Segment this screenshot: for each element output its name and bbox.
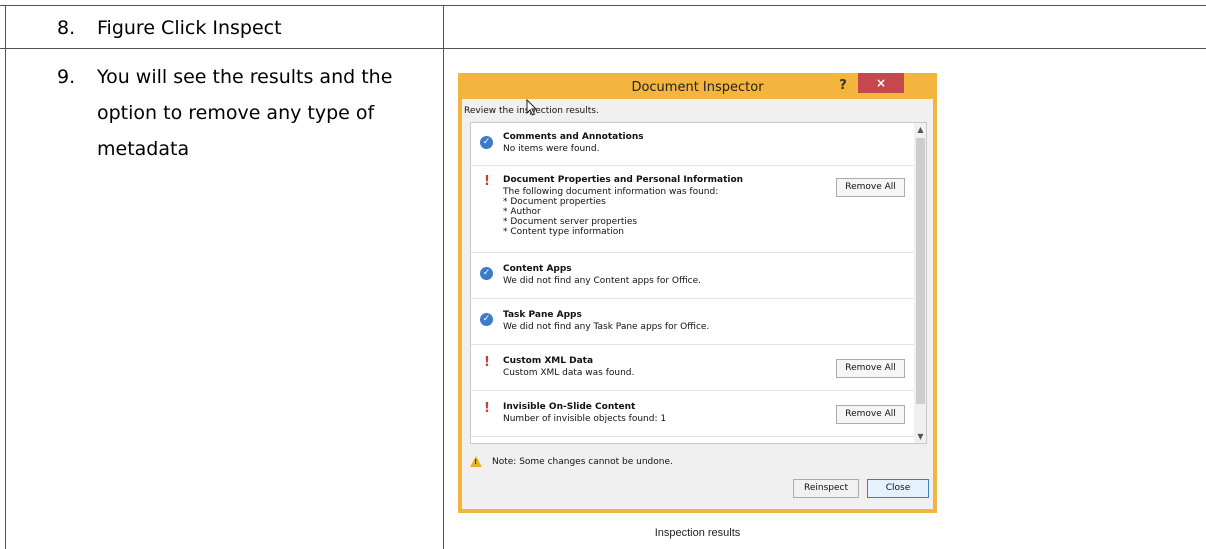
remove-all-button[interactable]: Remove All — [836, 405, 905, 424]
check-circle-icon: ✓ — [480, 313, 493, 326]
step-number: 9. — [57, 66, 76, 88]
warning-exclamation-icon: ! — [484, 174, 490, 189]
result-item-comments: ✓ Comments and Annotations No items were… — [471, 123, 914, 166]
warning-triangle-mark: ! — [474, 458, 478, 466]
result-description: Number of invisible objects found: 1 — [503, 414, 667, 424]
check-circle-icon: ✓ — [480, 136, 493, 149]
result-item-document-properties: ! Document Properties and Personal Infor… — [471, 166, 914, 253]
remove-all-button[interactable]: Remove All — [836, 178, 905, 197]
warning-exclamation-icon: ! — [484, 401, 490, 416]
help-button[interactable]: ? — [830, 75, 856, 97]
inspection-results-list: ✓ Comments and Annotations No items were… — [470, 122, 927, 444]
dialog-body: Review the inspection results. ✓ Comment… — [462, 99, 933, 509]
undo-note: Note: Some changes cannot be undone. — [492, 457, 673, 467]
check-circle-icon: ✓ — [480, 267, 493, 280]
result-description: No items were found. — [503, 144, 600, 154]
result-item-invisible-content: ! Invisible On-Slide Content Number of i… — [471, 391, 914, 437]
table-border-middle — [0, 48, 1206, 49]
reinspect-button[interactable]: Reinspect — [793, 479, 859, 498]
result-title: Content Apps — [503, 264, 572, 274]
mouse-pointer-icon — [526, 99, 538, 116]
step-text: You will see the results and the option … — [97, 66, 393, 160]
chevron-down-icon[interactable]: ▼ — [914, 430, 926, 443]
result-description: Custom XML data was found. — [503, 368, 635, 378]
result-title: Document Properties and Personal Informa… — [503, 175, 744, 185]
figure-caption: Inspection results — [654, 527, 741, 539]
table-column-divider — [443, 5, 444, 549]
result-description: The following document information was f… — [503, 187, 719, 237]
close-button[interactable]: Close — [867, 479, 929, 498]
result-description: We did not find any Task Pane apps for O… — [503, 322, 710, 332]
result-title: Invisible On-Slide Content — [503, 402, 636, 412]
warning-exclamation-icon: ! — [484, 355, 490, 370]
result-description: We did not find any Content apps for Off… — [503, 276, 702, 286]
result-item-task-pane-apps: ✓ Task Pane Apps We did not find any Tas… — [471, 299, 914, 345]
step-number: 8. — [57, 17, 76, 39]
result-title: Custom XML Data — [503, 356, 594, 366]
close-icon[interactable]: × — [858, 73, 904, 93]
scrollbar-thumb[interactable] — [916, 138, 925, 404]
step-text: Figure Click Inspect — [97, 17, 282, 39]
results-scrollbar[interactable]: ▲ ▼ — [914, 123, 926, 443]
result-title: Task Pane Apps — [503, 310, 582, 320]
document-inspector-dialog: Document Inspector ? × Review the inspec… — [458, 73, 937, 513]
table-border-top — [0, 5, 1206, 6]
remove-all-button[interactable]: Remove All — [836, 359, 905, 378]
chevron-up-icon[interactable]: ▲ — [914, 123, 926, 136]
result-item-content-apps: ✓ Content Apps We did not find any Conte… — [471, 253, 914, 299]
table-border-left — [5, 5, 6, 549]
result-title: Comments and Annotations — [503, 132, 644, 142]
result-item-custom-xml: ! Custom XML Data Custom XML data was fo… — [471, 345, 914, 391]
